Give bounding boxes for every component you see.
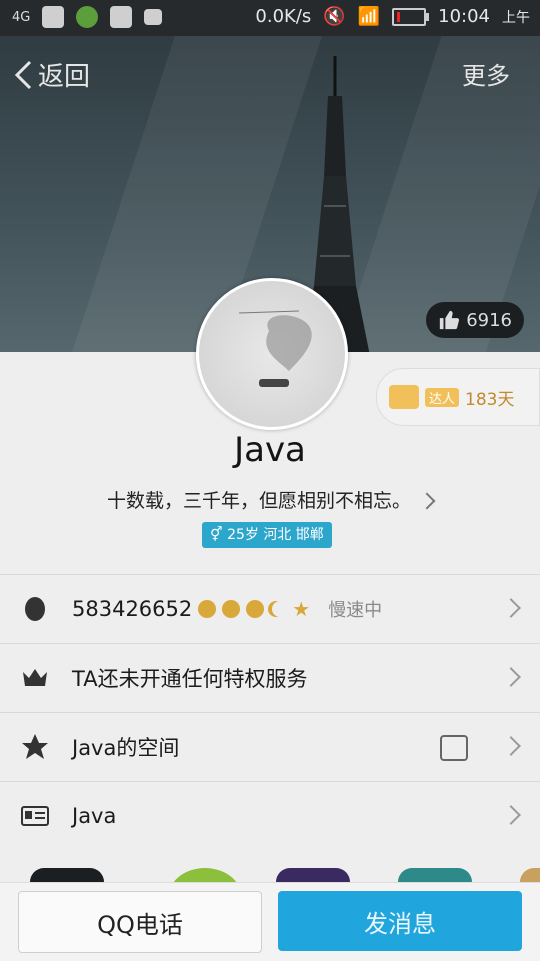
chevron-right-icon <box>501 736 521 756</box>
lock-icon <box>440 735 468 761</box>
more-button[interactable]: 更多 <box>462 56 510 91</box>
profile-info: 25岁 河北 邯郸 <box>227 527 324 543</box>
sun-level-icon <box>222 600 241 618</box>
thumbs-up-icon <box>440 310 460 330</box>
profile-card-text: Java <box>72 804 117 828</box>
profile-name: Java <box>234 430 306 470</box>
id-card-icon <box>20 801 50 831</box>
ampm: 上午 <box>502 9 530 26</box>
qzone-icon <box>20 732 50 762</box>
motto-text: 十数载，三千年，但愿相别不相忘。 <box>106 490 411 512</box>
profile-motto[interactable]: 十数载，三千年，但愿相别不相忘。 <box>0 486 540 513</box>
qzone-row[interactable]: Java的空间 <box>0 712 540 781</box>
clock: 10:04 <box>438 6 490 27</box>
sun-level-icon <box>198 600 217 618</box>
profile-card-row[interactable]: Java <box>0 781 540 850</box>
moon-level-icon <box>272 601 288 617</box>
chevron-right-icon <box>501 598 521 618</box>
chat-notification-icon <box>42 6 65 28</box>
wifi-icon: 📶 <box>357 6 381 27</box>
like-count: 6916 <box>466 309 512 331</box>
privilege-text: TA还未开通任何特权服务 <box>72 667 308 691</box>
send-message-button[interactable]: 发消息 <box>278 891 522 951</box>
like-button[interactable]: 6916 <box>426 302 524 338</box>
status-bar: 4G 0.0K/s 🔇 📶 10:04 上午 <box>0 0 540 36</box>
expert-tag: 达人 <box>425 387 460 407</box>
avatar[interactable] <box>196 278 348 430</box>
chevron-left-icon <box>14 60 32 89</box>
network-speed: 0.0K/s <box>255 6 312 27</box>
penguin-icon <box>20 594 50 624</box>
network-indicator: 4G <box>12 9 31 25</box>
qq-call-button[interactable]: QQ电话 <box>18 891 262 953</box>
expert-days-badge[interactable]: 达人 183天 <box>376 368 540 426</box>
qq-number: 583426652 <box>72 597 193 621</box>
profile-list: 583426652 ★ 慢速中 TA还未开通任何特权服务 Java的空间 Jav… <box>0 574 540 850</box>
bottom-bar: QQ电话 发消息 <box>0 882 540 961</box>
expert-days: 183天 <box>465 389 515 410</box>
star-level-icon: ★ <box>292 597 311 621</box>
image-notification-icon <box>110 6 133 28</box>
privilege-row[interactable]: TA还未开通任何特权服务 <box>0 643 540 712</box>
chevron-right-icon <box>501 667 521 687</box>
level-status: 慢速中 <box>328 600 383 621</box>
back-label: 返回 <box>38 62 91 92</box>
crown-icon <box>20 663 50 693</box>
phone-wing-icon <box>389 385 419 409</box>
chevron-right-icon <box>501 805 521 825</box>
back-button[interactable]: 返回 <box>14 56 90 93</box>
app-notification-icon <box>76 6 99 28</box>
avatar-image <box>238 310 312 387</box>
battery-icon <box>392 7 430 26</box>
mute-icon: 🔇 <box>323 6 346 27</box>
gender-icon: ⚥ <box>210 527 223 543</box>
chevron-right-icon <box>418 492 436 510</box>
qzone-text: Java的空间 <box>72 736 180 760</box>
sun-level-icon <box>246 600 265 618</box>
profile-info-tag: ⚥ 25岁 河北 邯郸 <box>202 522 332 548</box>
message-notification-icon <box>144 9 163 25</box>
qq-number-row[interactable]: 583426652 ★ 慢速中 <box>0 574 540 643</box>
